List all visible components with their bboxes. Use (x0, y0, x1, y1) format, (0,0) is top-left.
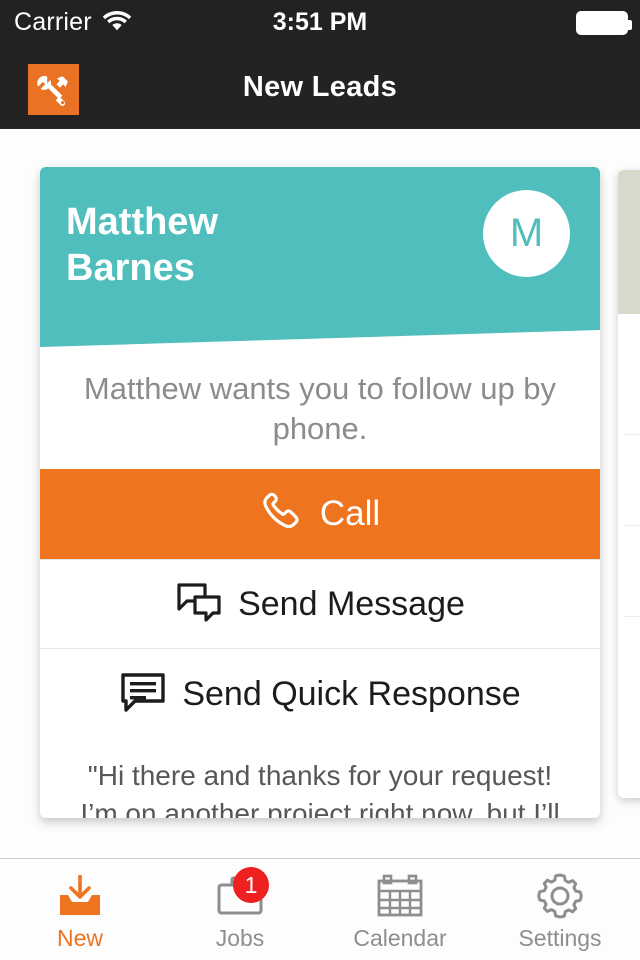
calendar-icon (373, 873, 427, 919)
lead-card[interactable]: Matthew Barnes M Matthew wants you to fo… (40, 167, 600, 818)
tab-new-label: New (56, 925, 103, 951)
send-message-label: Send Message (238, 584, 465, 623)
call-button[interactable]: Call (40, 469, 600, 559)
tab-calendar[interactable]: Calendar (320, 859, 480, 960)
briefcase-icon: 1 (213, 867, 269, 919)
lead-name-line-2: Barnes (66, 247, 195, 289)
next-lead-card-preview[interactable] (618, 170, 640, 798)
lead-summary-text: Matthew wants you to follow up by phone. (83, 371, 557, 446)
status-bar-right (576, 10, 632, 35)
lead-name-line-1: Matthew (66, 201, 218, 243)
inbox-download-icon (53, 873, 107, 919)
send-quick-response-label: Send Quick Response (182, 674, 521, 713)
tab-settings-label: Settings (518, 925, 602, 951)
lead-card-header: Matthew Barnes M (40, 167, 600, 347)
phone-handset-icon (260, 489, 306, 540)
call-label: Call (319, 494, 381, 533)
send-message-button[interactable]: Send Message (40, 559, 600, 649)
avatar: M (483, 190, 570, 277)
gear-icon (533, 873, 587, 919)
tab-bar: New 1 Jobs Calendar Settings (0, 858, 640, 960)
next-card-header (618, 170, 640, 314)
avatar-initial: M (509, 211, 544, 255)
lead-card-carousel[interactable]: Matthew Barnes M Matthew wants you to fo… (0, 129, 640, 858)
send-quick-response-button[interactable]: Send Quick Response (40, 649, 600, 739)
tools-hammer-wrench-logo[interactable] (28, 64, 79, 115)
clock-time: 3:51 PM (272, 8, 368, 36)
lead-name: Matthew Barnes (66, 199, 366, 291)
battery-full-icon (576, 10, 632, 35)
tab-settings[interactable]: Settings (480, 859, 640, 960)
tab-new[interactable]: New (0, 859, 160, 960)
status-bar: Carrier 3:51 PM (0, 0, 640, 45)
page-title: New Leads (242, 70, 398, 103)
quick-response-preview-text: "Hi there and thanks for your request! I… (80, 760, 560, 818)
jobs-badge-count: 1 (233, 867, 269, 903)
message-lines-icon (119, 671, 167, 718)
next-card-divider (624, 616, 640, 617)
chat-bubbles-icon (175, 581, 223, 628)
tab-jobs-label: Jobs (215, 925, 265, 951)
tab-calendar-label: Calendar (353, 925, 447, 951)
tab-jobs[interactable]: 1 Jobs (160, 859, 320, 960)
nav-bar: New Leads (0, 45, 640, 129)
app-screen: Carrier 3:51 PM New Leads Matthew Barnes… (0, 0, 640, 960)
